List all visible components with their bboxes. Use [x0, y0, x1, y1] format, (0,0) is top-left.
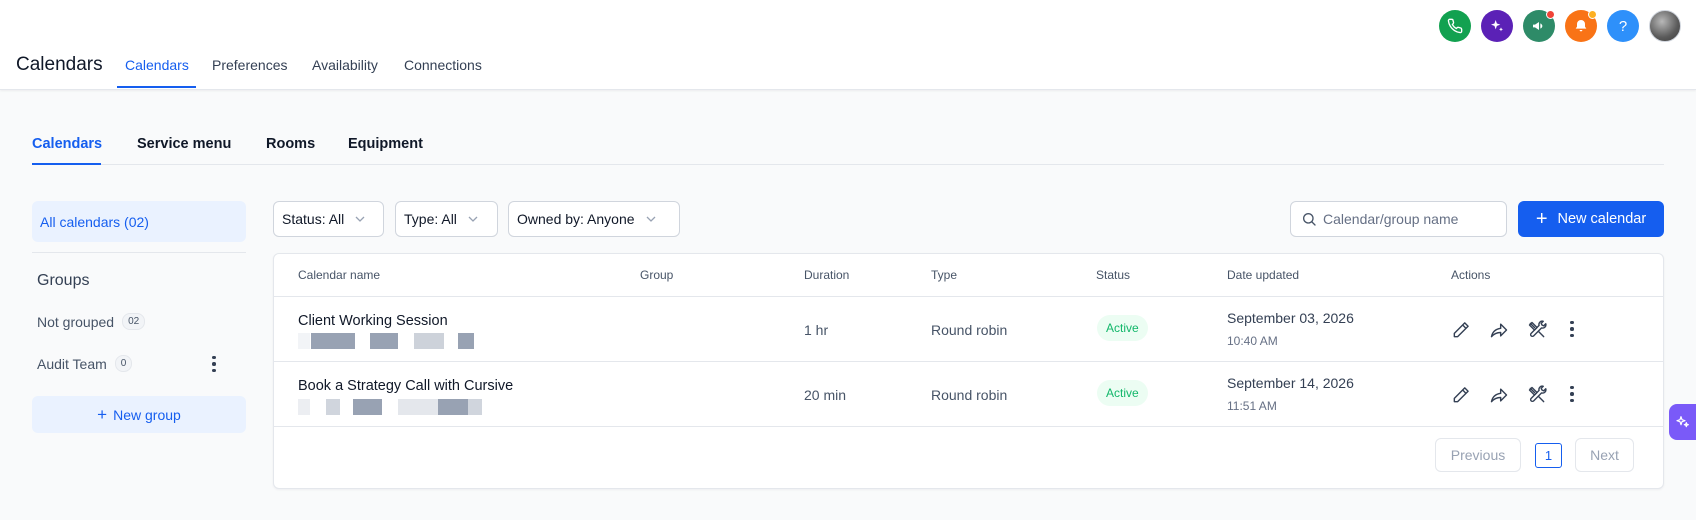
group-count-badge: 0: [114, 355, 133, 372]
sidebar-divider: [32, 252, 246, 253]
avatar[interactable]: [1649, 10, 1681, 42]
date-updated: September 14, 2026: [1227, 375, 1354, 391]
duration-cell: 20 min: [804, 387, 847, 403]
help-icon[interactable]: ?: [1607, 10, 1639, 42]
subtab-service-menu[interactable]: Service menu: [137, 136, 231, 152]
time-updated: 10:40 AM: [1227, 334, 1278, 348]
all-calendars-item[interactable]: All calendars (02): [32, 201, 246, 242]
time-updated: 11:51 AM: [1227, 399, 1277, 413]
plus-icon: +: [1535, 208, 1548, 230]
column-header-type: Type: [931, 268, 958, 282]
status-badge: Active: [1097, 315, 1148, 341]
row-more-icon[interactable]: [1566, 384, 1578, 404]
tab-calendars[interactable]: Calendars: [125, 57, 189, 73]
search-box[interactable]: [1290, 201, 1507, 237]
share-icon[interactable]: [1488, 319, 1510, 341]
column-header-date-updated: Date updated: [1227, 268, 1300, 282]
type-filter[interactable]: Type: All: [395, 201, 498, 237]
owner-filter[interactable]: Owned by: Anyone: [508, 201, 680, 237]
row-divider: [274, 361, 1663, 362]
share-icon[interactable]: [1488, 384, 1510, 406]
groups-heading: Groups: [37, 272, 90, 289]
column-header-status: Status: [1096, 268, 1131, 282]
notification-dot: [1588, 10, 1597, 19]
active-tab-indicator: [117, 86, 196, 88]
previous-page-button[interactable]: Previous: [1435, 438, 1521, 472]
subtab-equipment[interactable]: Equipment: [348, 136, 423, 152]
next-page-button[interactable]: Next: [1575, 438, 1634, 472]
group-more-icon[interactable]: [206, 354, 222, 374]
tools-icon[interactable]: [1526, 319, 1548, 341]
row-divider: [274, 296, 1663, 297]
date-updated: September 03, 2026: [1227, 310, 1354, 326]
tab-preferences[interactable]: Preferences: [212, 57, 287, 73]
status-filter[interactable]: Status: All: [273, 201, 384, 237]
row-more-icon[interactable]: [1566, 319, 1578, 339]
search-icon: [1303, 213, 1316, 226]
top-header: Calendars Calendars Preferences Availabi…: [0, 0, 1696, 90]
group-label: Not grouped: [37, 313, 115, 330]
phone-icon[interactable]: [1439, 10, 1471, 42]
column-header-duration: Duration: [804, 268, 850, 282]
ai-assistant-icon[interactable]: [1669, 404, 1696, 440]
new-group-label: New group: [113, 406, 181, 423]
group-label: Audit Team: [37, 355, 107, 372]
subtab-rooms[interactable]: Rooms: [266, 136, 315, 152]
duration-cell: 1 hr: [804, 322, 829, 338]
search-input[interactable]: [1323, 211, 1493, 227]
sparkle-icon[interactable]: [1481, 10, 1513, 42]
new-group-button[interactable]: + New group: [32, 396, 246, 433]
owner-filter-label: Owned by: Anyone: [517, 211, 635, 227]
chevron-down-icon: [468, 216, 478, 222]
status-badge: Active: [1097, 380, 1148, 406]
new-calendar-button[interactable]: + New calendar: [1518, 201, 1664, 237]
group-item-not-grouped[interactable]: Not grouped 02: [37, 313, 146, 330]
plus-icon: +: [97, 405, 108, 424]
column-header-calendar-name: Calendar name: [298, 268, 381, 282]
page-number-button[interactable]: 1: [1535, 443, 1562, 468]
group-item-audit-team[interactable]: Audit Team 0: [37, 355, 133, 372]
type-filter-label: Type: All: [404, 211, 457, 227]
column-header-group: Group: [640, 268, 674, 282]
edit-icon[interactable]: [1450, 384, 1472, 406]
subtab-divider: [32, 164, 1664, 165]
calendar-name[interactable]: Client Working Session: [298, 313, 448, 329]
megaphone-icon[interactable]: [1523, 10, 1555, 42]
chevron-down-icon: [355, 216, 365, 222]
tools-icon[interactable]: [1526, 384, 1548, 406]
type-cell: Round robin: [931, 322, 1008, 338]
new-calendar-label: New calendar: [1557, 211, 1647, 227]
type-cell: Round robin: [931, 387, 1008, 403]
calendar-name[interactable]: Book a Strategy Call with Cursive: [298, 378, 513, 394]
notification-dot: [1546, 10, 1555, 19]
edit-icon[interactable]: [1450, 319, 1472, 341]
app-title: Calendars: [16, 54, 103, 75]
bell-icon[interactable]: [1565, 10, 1597, 42]
status-filter-label: Status: All: [282, 211, 345, 227]
chevron-down-icon: [646, 216, 655, 222]
tab-connections[interactable]: Connections: [404, 57, 482, 73]
column-header-actions: Actions: [1451, 268, 1491, 282]
active-subtab-indicator: [32, 163, 101, 165]
tab-availability[interactable]: Availability: [312, 57, 378, 73]
subtab-calendars[interactable]: Calendars: [32, 136, 102, 152]
row-divider: [274, 426, 1663, 427]
group-count-badge: 02: [122, 313, 146, 330]
